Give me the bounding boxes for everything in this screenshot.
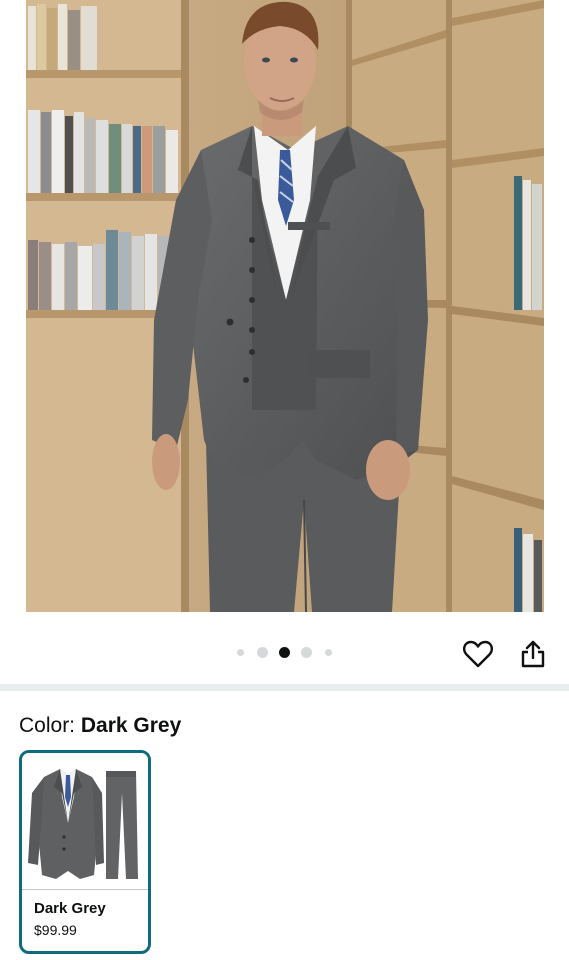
color-label-prefix: Color: — [19, 714, 76, 737]
share-icon — [521, 640, 545, 668]
swatch-price: $99.99 — [34, 922, 77, 938]
wishlist-button[interactable] — [460, 636, 496, 672]
carousel-dot-active[interactable] — [279, 647, 290, 658]
product-image-gallery[interactable] — [0, 0, 569, 612]
suit-thumbnail-image — [28, 769, 138, 879]
color-selection-label: Color: Dark Grey — [19, 712, 181, 740]
carousel-dot[interactable] — [301, 647, 312, 658]
swatch-color-name: Dark Grey — [34, 900, 106, 917]
carousel-dot[interactable] — [237, 649, 244, 656]
swatch-thumbnail — [22, 753, 148, 889]
product-image[interactable] — [26, 0, 544, 612]
carousel-dot[interactable] — [325, 649, 332, 656]
carousel-dot[interactable] — [257, 647, 268, 658]
suit-model-photo — [26, 0, 544, 612]
color-swatch-dark-grey[interactable]: Dark Grey $99.99 — [19, 750, 151, 954]
share-button[interactable] — [515, 636, 551, 672]
swatch-divider — [22, 889, 148, 890]
section-divider — [0, 684, 569, 691]
selected-color-value: Dark Grey — [80, 714, 182, 737]
heart-icon — [463, 640, 493, 668]
